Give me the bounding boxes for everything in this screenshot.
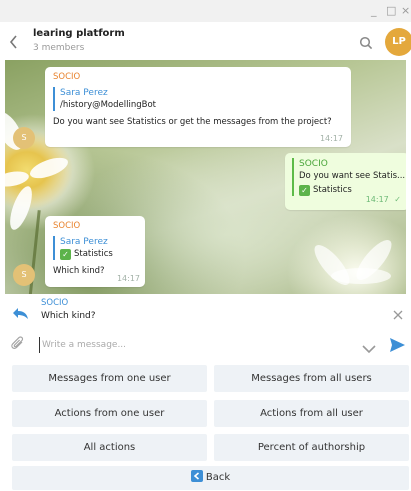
message-input[interactable] [39,337,299,353]
keyboard-button-all-actions[interactable]: All actions [12,434,207,461]
back-label: Back [205,472,231,483]
reply-preview-bar: SOCIO Which kind? [0,294,411,330]
message-time: 14:17 [116,274,140,283]
back-square-icon [190,470,203,482]
reply-quote-text: /history@ModellingBot [60,100,156,110]
paperclip-icon[interactable] [11,336,25,356]
keyboard-button-actions-one-user[interactable]: Actions from one user [12,400,207,427]
keyboard-button-messages-one-user[interactable]: Messages from one user [12,365,207,392]
keyboard-button-percent-authorship[interactable]: Percent of authorship [214,434,409,461]
reply-quote-text: Do you want see Statis... [299,171,406,181]
keyboard-button-back[interactable]: Back [12,466,409,490]
check-icon: ✓ [60,249,71,260]
message-bubble[interactable]: SOCIO Sara Perez ✓ Statistics Which kind?… [45,216,145,287]
keyboard-button-messages-all-users[interactable]: Messages from all users [214,365,409,392]
send-icon[interactable] [389,337,406,357]
message-time: 14:17 ✓ [365,195,401,204]
reply-quote-text: ✓ Statistics [60,248,137,260]
outgoing-message-bubble[interactable]: SOCIO Do you want see Statis... ✓ Statist… [285,153,406,210]
reply-quote[interactable]: Sara Perez ✓ Statistics [53,236,137,260]
reply-preview-name: SOCIO [41,298,69,308]
chevron-down-icon[interactable] [362,339,376,358]
message-time: 14:17 [319,134,343,143]
reply-quote-name: Sara Perez [60,88,108,98]
reply-arrow-icon [12,305,29,324]
chat-avatar[interactable]: LP [385,28,411,56]
chat-messages-area: SOCIO Sara Perez /history@ModellingBot D… [5,60,406,294]
chat-title: learing platform [33,28,125,39]
window-titlebar: _ □ × [0,0,411,22]
reply-quote[interactable]: SOCIO Do you want see Statis... ✓ Statist… [292,158,406,196]
close-icon[interactable] [393,305,403,324]
close-window-button[interactable]: × [401,5,410,17]
sender-avatar[interactable]: S [13,127,35,149]
sender-avatar[interactable]: S [13,264,35,286]
message-sender: SOCIO [53,221,81,231]
reply-quote-name: Sara Perez [60,237,108,247]
reply-quote-name: SOCIO [299,159,328,169]
message-sender: SOCIO [53,72,81,82]
message-text: Do you want see Statistics or get the me… [53,117,332,127]
chat-header: learing platform 3 members LP [0,22,411,60]
message-composer [0,331,411,359]
chat-members-count: 3 members [33,43,85,53]
read-check-icon: ✓ [394,195,401,204]
back-arrow-icon[interactable] [9,34,18,53]
maximize-button[interactable]: □ [386,5,396,17]
check-icon: ✓ [299,185,310,196]
reply-quote[interactable]: Sara Perez /history@ModellingBot [53,87,343,111]
reply-preview-text: Which kind? [41,311,96,321]
keyboard-button-actions-all-user[interactable]: Actions from all user [214,400,409,427]
minimize-button[interactable]: _ [371,5,377,17]
message-bubble[interactable]: SOCIO Sara Perez /history@ModellingBot D… [45,67,351,147]
search-icon[interactable] [359,35,373,54]
